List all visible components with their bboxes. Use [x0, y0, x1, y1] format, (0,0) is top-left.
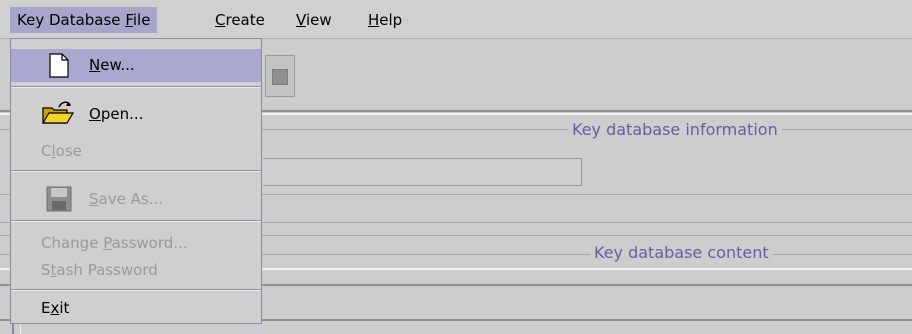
menu-item-label: New...: [89, 56, 135, 74]
file-menu-dropdown: New... Open... Close Save As... Change P…: [10, 38, 262, 324]
menu-mnemonic: H: [368, 11, 380, 29]
menu-separator: [11, 86, 261, 88]
menu-item-exit[interactable]: Exit: [11, 292, 261, 325]
certificate-icon: [272, 69, 288, 85]
key-database-information-title: Key database information: [568, 120, 782, 140]
menu-item-label: Stash Password: [41, 261, 158, 279]
menu-label-post: elp: [379, 11, 403, 29]
menu-label-post: reate: [225, 11, 265, 29]
menu-separator: [11, 289, 261, 291]
menu-item-open[interactable]: Open...: [11, 98, 261, 131]
key-database-content-title: Key database content: [590, 243, 773, 263]
menu-item-stash-password[interactable]: Stash Password: [11, 254, 261, 287]
menu-label-post: ile: [132, 11, 151, 29]
toolbar-certificate-button[interactable]: [265, 55, 295, 97]
menu-item-label: Open...: [89, 105, 144, 123]
menu-mnemonic: V: [296, 11, 306, 29]
open-folder-icon: [41, 100, 75, 138]
save-disk-icon: [46, 186, 72, 224]
database-file-field[interactable]: [263, 158, 582, 186]
menu-separator: [11, 170, 261, 172]
menu-item-close[interactable]: Close: [11, 135, 261, 168]
menu-label-post: iew: [305, 11, 332, 29]
menu-item-label: Close: [41, 142, 82, 160]
menu-item-label: Save As...: [89, 190, 163, 208]
menu-mnemonic: C: [215, 11, 226, 29]
menu-mnemonic: F: [125, 11, 133, 29]
menu-create[interactable]: Create: [208, 7, 272, 33]
menu-separator: [11, 220, 261, 222]
menu-item-label: Exit: [41, 299, 70, 317]
menu-help[interactable]: Help: [361, 7, 409, 33]
menu-bar: Key Database File Create View Help: [0, 0, 912, 39]
menu-label-pre: Key Database: [17, 11, 126, 29]
menu-item-new[interactable]: New...: [11, 49, 261, 82]
menu-key-database-file[interactable]: Key Database File: [10, 7, 158, 33]
menu-view[interactable]: View: [289, 7, 339, 33]
menu-item-save-as[interactable]: Save As...: [11, 183, 261, 216]
new-document-icon: [49, 53, 69, 90]
key-database-content-area[interactable]: [263, 286, 912, 334]
